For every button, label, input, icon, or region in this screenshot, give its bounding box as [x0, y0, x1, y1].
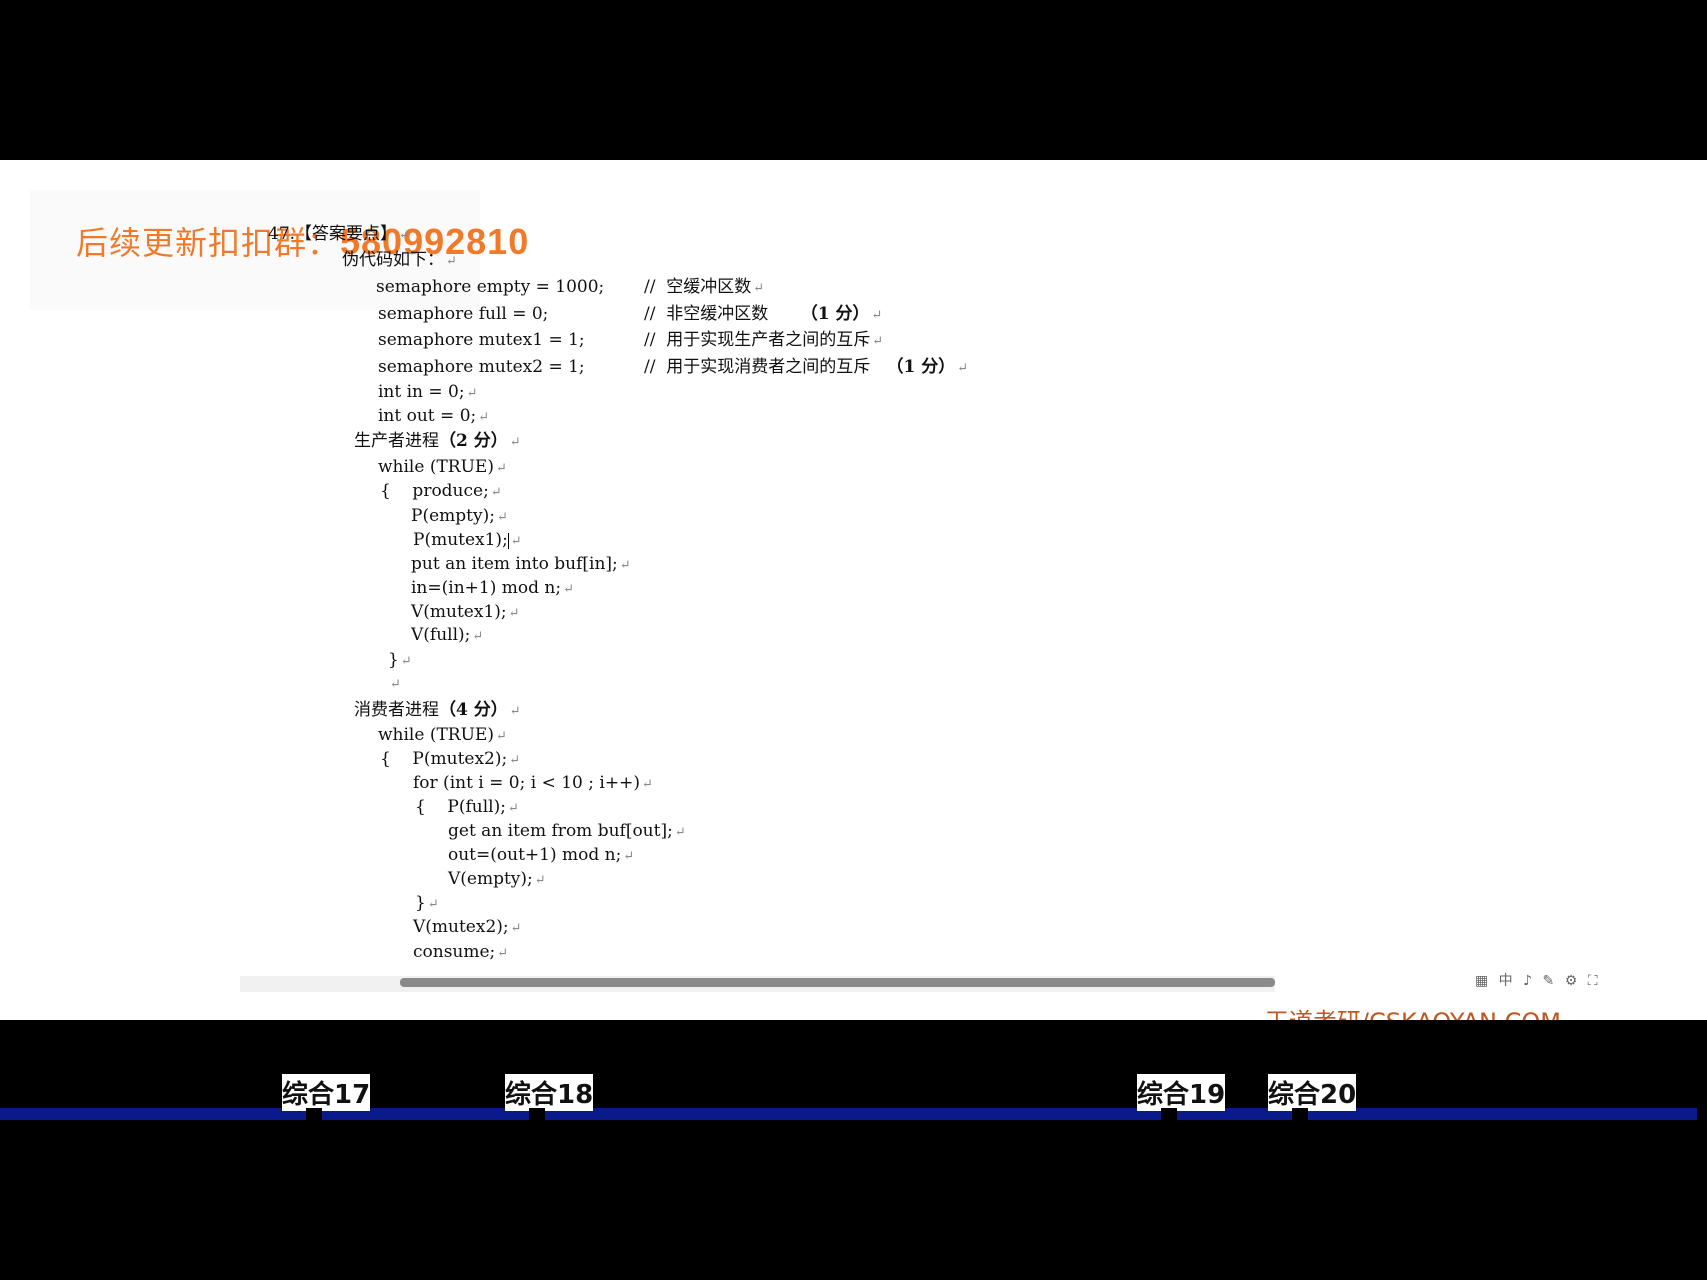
- text-cursor: [507, 532, 509, 549]
- code-line: { P(mutex2);: [380, 749, 508, 769]
- question-heading: 47.【答案要点】: [268, 224, 398, 244]
- chapter-label[interactable]: 综合17: [282, 1074, 371, 1111]
- code-line: V(full);: [411, 625, 471, 645]
- consumer-title: 消费者进程: [354, 700, 439, 720]
- decl-line: semaphore empty = 1000;: [376, 277, 605, 297]
- code-line: { produce;: [380, 481, 489, 501]
- code-line: }: [415, 893, 426, 913]
- chapter-label[interactable]: 综合19: [1137, 1074, 1226, 1111]
- code-line: while (TRUE): [378, 457, 494, 477]
- intro-text: 伪代码如下：: [342, 250, 444, 270]
- score-mark: （2 分）: [439, 431, 508, 451]
- code-line: get an item from buf[out];: [448, 821, 673, 841]
- chapter-marker[interactable]: [1292, 1108, 1308, 1122]
- code-line: out=(out+1) mod n;: [448, 845, 622, 865]
- code-line: P(mutex1);: [413, 530, 508, 550]
- code-line: }: [388, 650, 399, 670]
- chapter-bar[interactable]: [0, 1108, 1697, 1120]
- code-line: V(mutex2);: [413, 917, 509, 937]
- chapter-marker[interactable]: [529, 1108, 545, 1122]
- code-line: V(mutex1);: [411, 602, 507, 622]
- chapter-label[interactable]: 综合20: [1268, 1074, 1357, 1111]
- code-line: put an item into buf[in];: [411, 554, 618, 574]
- site-credit: 王道考研/CSKAOYAN.COM: [1265, 1002, 1561, 1020]
- code-line: V(empty);: [448, 869, 533, 889]
- producer-title: 生产者进程: [354, 431, 439, 451]
- decl-comment: // 用于实现消费者之间的互斥: [644, 357, 871, 377]
- decl-comment: // 非空缓冲区数: [644, 304, 769, 324]
- document-page: 47.【答案要点】 ↵ 伪代码如下： ↵ semaphore empty = 100…: [268, 224, 969, 962]
- decl-line: semaphore full = 0;: [378, 304, 549, 324]
- code-line: for (int i = 0; i < 10 ; i++): [413, 773, 640, 793]
- chapter-marker[interactable]: [306, 1108, 322, 1122]
- decl-line: int in = 0;: [378, 382, 465, 402]
- chapter-label[interactable]: 综合18: [505, 1074, 594, 1111]
- empty-paragraph: ↵: [390, 677, 401, 692]
- decl-line: int out = 0;: [378, 406, 477, 426]
- code-line: consume;: [413, 942, 496, 962]
- score-mark: （1 分）: [886, 357, 956, 377]
- video-progress-bar[interactable]: [85, 1041, 1621, 1055]
- code-line: P(empty);: [411, 506, 495, 526]
- slide-content: 后续更新扣扣群：580992810 47.【答案要点】 ↵ 伪代码如下： ↵ sem…: [0, 160, 1707, 1020]
- score-mark: （4 分）: [439, 700, 508, 720]
- decl-line: semaphore mutex2 = 1;: [378, 357, 585, 377]
- decl-comment: // 空缓冲区数: [644, 277, 752, 297]
- code-line: in=(in+1) mod n;: [411, 578, 562, 598]
- code-line: while (TRUE): [378, 725, 494, 745]
- score-mark: （1 分）: [800, 304, 870, 324]
- code-line: { P(full);: [415, 797, 506, 817]
- chapter-marker[interactable]: [1161, 1108, 1177, 1122]
- decl-comment: // 用于实现生产者之间的互斥: [644, 330, 871, 350]
- decl-line: semaphore mutex1 = 1;: [378, 330, 585, 350]
- ime-toolbar-icons[interactable]: ▦ 中 ♪ ✎ ⚙ ⛶: [1475, 970, 1625, 994]
- scrollbar-thumb[interactable]: [400, 978, 1275, 987]
